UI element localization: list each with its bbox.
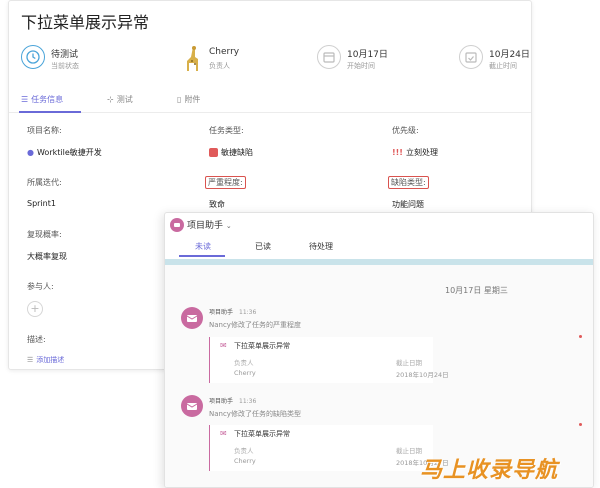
- assistant-avatar: [181, 307, 203, 329]
- due-date-value: 10月24日: [489, 50, 530, 60]
- priority-label: 优先级:: [392, 126, 419, 135]
- message-text: Nancy修改了任务的缺陷类型: [209, 410, 301, 418]
- user-icon: ●: [27, 148, 34, 157]
- status-sub: 当前状态: [51, 62, 79, 70]
- assignee-value: Cherry: [209, 47, 240, 57]
- defect-type-label: 缺陷类型:: [388, 176, 429, 189]
- calendar-check-icon: [459, 45, 483, 69]
- participants-label: 参与人:: [27, 282, 54, 291]
- assistant-avatar: [170, 218, 184, 232]
- test-icon: ⊹: [107, 95, 114, 104]
- assignee-sub: 负责人: [209, 62, 230, 70]
- task-tabs: ☰ 任务信息 ⊹ 测试 ▯ 附件: [9, 89, 531, 113]
- clock-icon: [21, 45, 45, 69]
- tab-unread[interactable]: 未读: [195, 241, 211, 252]
- notification-panel: 项目助手 ⌄ 未读 已读 待处理 10月17日 星期三 项目助手 11:36 Na…: [164, 212, 594, 488]
- giraffe-avatar: [187, 46, 198, 71]
- iteration-label: 所属迭代:: [27, 178, 62, 187]
- priority-value[interactable]: !!! 立刻处理: [392, 147, 438, 158]
- task-title: 下拉菜单展示异常: [21, 13, 150, 32]
- tab-attachments[interactable]: ▯ 附件: [177, 94, 200, 105]
- type-value[interactable]: 敏捷缺陷: [209, 147, 253, 158]
- priority-mark: !!!: [392, 148, 403, 157]
- tab-read[interactable]: 已读: [255, 241, 271, 252]
- message-text: Nancy修改了任务的严重程度: [209, 321, 301, 329]
- tab-test[interactable]: ⊹ 测试: [107, 94, 133, 105]
- defect-type-value[interactable]: 功能问题: [392, 199, 424, 210]
- type-label: 任务类型:: [209, 126, 244, 135]
- iteration-value[interactable]: Sprint1: [27, 199, 56, 208]
- message-task-card[interactable]: ✉ 下拉菜单展示异常 负责人 截止日期 Cherry 2018年10月24日: [209, 337, 449, 383]
- bug-icon: [209, 148, 218, 157]
- unread-dot: [579, 423, 582, 426]
- add-description-link[interactable]: ☰ 添加描述: [27, 355, 64, 365]
- unread-dot: [579, 335, 582, 338]
- site-watermark: 马上收录导航: [420, 458, 559, 483]
- start-date-sub: 开始时间: [347, 62, 375, 70]
- project-label: 项目名称:: [27, 126, 62, 135]
- repro-label: 复现概率:: [27, 230, 62, 239]
- active-tab-indicator: [19, 111, 81, 113]
- message-meta: 项目助手 11:36: [209, 398, 257, 405]
- assistant-avatar: [181, 395, 203, 417]
- file-icon: ▯: [177, 95, 182, 104]
- add-participant-button[interactable]: +: [27, 301, 43, 317]
- calendar-icon: [317, 45, 341, 69]
- list-icon: ☰: [21, 95, 29, 104]
- message-task-card[interactable]: ✉ 下拉菜单展示异常 负责人 截止日期 Cherry 2018年10月24日: [209, 425, 449, 471]
- status-value: 待测试: [51, 50, 79, 60]
- project-value[interactable]: ● Worktile敏捷开发: [27, 147, 102, 158]
- severity-value[interactable]: 致命: [209, 199, 225, 210]
- chevron-down-icon: ⌄: [225, 222, 232, 230]
- due-date-sub: 截止时间: [489, 62, 517, 70]
- start-date-value: 10月17日: [347, 50, 388, 60]
- tab-pending[interactable]: 待处理: [309, 241, 333, 252]
- message-meta: 项目助手 11:36: [209, 309, 257, 316]
- envelope-icon: ✉: [220, 429, 227, 438]
- text-icon: ☰: [27, 356, 34, 364]
- tab-task-info[interactable]: ☰ 任务信息: [21, 94, 63, 105]
- envelope-icon: ✉: [220, 341, 227, 350]
- notification-header: 项目助手 ⌄ 未读 已读 待处理: [165, 213, 593, 257]
- severity-label: 严重程度:: [205, 176, 246, 189]
- active-tab-indicator: [179, 255, 225, 257]
- description-label: 描述:: [27, 335, 46, 344]
- notification-title[interactable]: 项目助手 ⌄: [187, 218, 232, 231]
- date-divider: 10月17日 星期三: [445, 286, 508, 295]
- repro-value[interactable]: 大概率复现: [27, 251, 67, 262]
